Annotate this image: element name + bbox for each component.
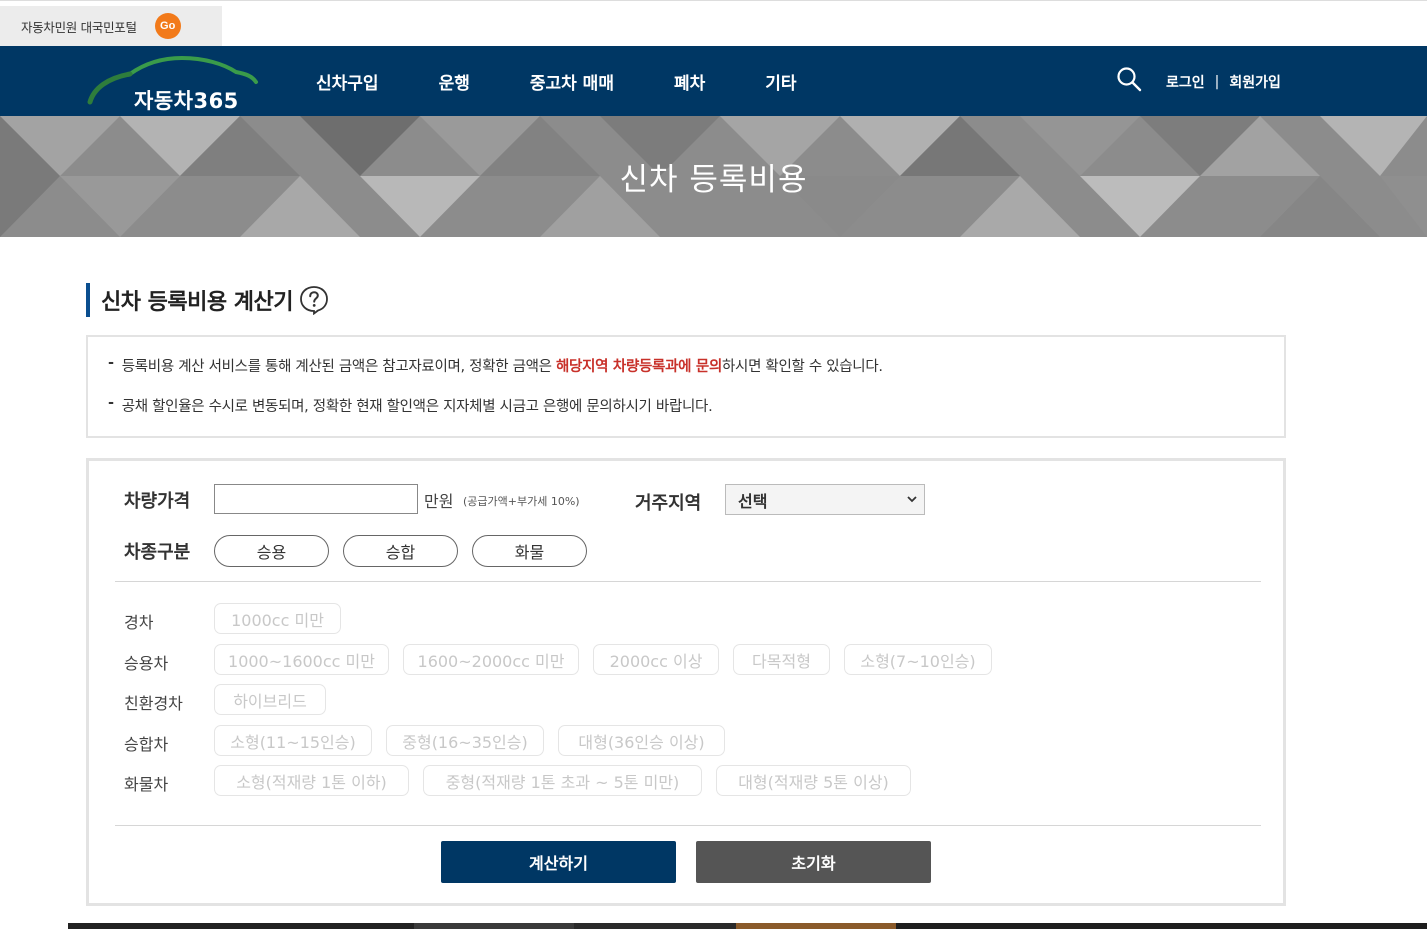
bottom-strip bbox=[0, 923, 1427, 929]
nav-item-etc[interactable]: 기타 bbox=[765, 69, 796, 94]
nav-menu: 신차구입 운행 중고차 매매 폐차 기타 bbox=[316, 46, 857, 116]
bullet-dash: - bbox=[108, 355, 114, 371]
category-option[interactable]: 소형(11~15인승) bbox=[214, 725, 372, 756]
category-option[interactable]: 대형(36인승 이상) bbox=[558, 725, 725, 756]
search-icon[interactable] bbox=[1116, 66, 1142, 92]
divider bbox=[115, 581, 1261, 582]
calculator-form: 차량가격 만원 (공급가액+부가세 10%) 거주지역 선택 차종구분 승용 승… bbox=[86, 458, 1286, 906]
logo-text: 자동차365 bbox=[134, 89, 239, 113]
main-nav: 자동차365 신차구입 운행 중고차 매매 폐차 기타 로그인 | 회원가입 bbox=[0, 46, 1427, 116]
calculate-button[interactable]: 계산하기 bbox=[441, 841, 676, 883]
price-note: (공급가액+부가세 10%) bbox=[463, 495, 580, 508]
type-option-passenger[interactable]: 승용 bbox=[214, 535, 329, 567]
type-option-van[interactable]: 승합 bbox=[343, 535, 458, 567]
nav-item-driving[interactable]: 운행 bbox=[439, 69, 470, 94]
notice-line-1: - 등록비용 계산 서비스를 통해 계산된 금액은 참고자료이며, 정확한 금액… bbox=[108, 355, 1284, 395]
page-banner: 신차 등록비용 bbox=[0, 116, 1427, 237]
price-input[interactable] bbox=[214, 484, 418, 514]
bullet-dash: - bbox=[108, 395, 114, 411]
category-label: 승용차 bbox=[124, 654, 169, 673]
notice-box: - 등록비용 계산 서비스를 통해 계산된 금액은 참고자료이며, 정확한 금액… bbox=[86, 335, 1286, 438]
section-title: 신차 등록비용 계산기 bbox=[86, 283, 329, 317]
notice-line-1-prefix: 등록비용 계산 서비스를 통해 계산된 금액은 참고자료이며, 정확한 금액은 bbox=[121, 359, 557, 375]
price-label: 차량가격 bbox=[124, 491, 191, 512]
category-option[interactable]: 1000~1600cc 미만 bbox=[214, 644, 389, 675]
category-label: 화물차 bbox=[124, 775, 169, 794]
category-option[interactable]: 1000cc 미만 bbox=[214, 603, 341, 634]
category-label: 경차 bbox=[124, 613, 154, 632]
type-label: 차종구분 bbox=[124, 542, 191, 563]
signup-link[interactable]: 회원가입 bbox=[1229, 72, 1281, 92]
nav-item-new-car[interactable]: 신차구입 bbox=[316, 69, 379, 94]
category-option[interactable]: 소형(7~10인승) bbox=[844, 644, 992, 675]
category-option[interactable]: 2000cc 이상 bbox=[593, 644, 719, 675]
help-icon[interactable] bbox=[299, 285, 329, 315]
notice-line-1-suffix: 하시면 확인할 수 있습니다. bbox=[722, 359, 883, 375]
region-label: 거주지역 bbox=[635, 493, 702, 514]
category-option[interactable]: 다목적형 bbox=[733, 644, 830, 675]
category-option[interactable]: 1600~2000cc 미만 bbox=[403, 644, 579, 675]
nav-item-used-car[interactable]: 중고차 매매 bbox=[530, 69, 614, 94]
section-title-text: 신차 등록비용 계산기 bbox=[101, 290, 293, 315]
chevron-down-icon bbox=[907, 496, 917, 503]
category-label: 승합차 bbox=[124, 735, 169, 754]
go-button[interactable]: Go bbox=[154, 13, 181, 39]
category-option[interactable]: 중형(16~35인승) bbox=[386, 725, 544, 756]
portal-text: 자동차민원 대국민포털 bbox=[21, 19, 137, 35]
notice-line-2: - 공채 할인율은 수시로 변동되며, 정확한 현재 할인액은 지자체별 시금고… bbox=[108, 395, 1284, 435]
notice-highlight: 해당지역 차량등록과에 문의 bbox=[556, 359, 722, 375]
category-option[interactable]: 대형(적재량 5톤 이상) bbox=[716, 765, 911, 796]
auth-links: 로그인 | 회원가입 bbox=[1166, 72, 1281, 92]
page-title: 신차 등록비용 bbox=[619, 162, 808, 198]
category-option[interactable]: 중형(적재량 1톤 초과 ~ 5톤 미만) bbox=[423, 765, 702, 796]
divider bbox=[115, 825, 1261, 826]
region-select[interactable]: 선택 bbox=[725, 484, 925, 515]
region-selected-value: 선택 bbox=[738, 491, 768, 511]
nav-item-scrap[interactable]: 폐차 bbox=[674, 69, 705, 94]
category-label: 친환경차 bbox=[124, 694, 183, 713]
logo[interactable]: 자동차365 bbox=[86, 52, 261, 113]
reset-button[interactable]: 초기화 bbox=[696, 841, 931, 883]
portal-bar: 자동차민원 대국민포털 Go bbox=[0, 0, 1427, 46]
login-link[interactable]: 로그인 bbox=[1166, 72, 1205, 92]
auth-separator: | bbox=[1214, 74, 1220, 90]
type-option-truck[interactable]: 화물 bbox=[472, 535, 587, 567]
notice-line-2-text: 공채 할인율은 수시로 변동되며, 정확한 현재 할인액은 지자체별 시금고 은… bbox=[121, 399, 713, 415]
price-unit: 만원 bbox=[424, 492, 454, 511]
portal-link[interactable]: 자동차민원 대국민포털 Go bbox=[0, 6, 222, 46]
category-option[interactable]: 소형(적재량 1톤 이하) bbox=[214, 765, 409, 796]
category-option[interactable]: 하이브리드 bbox=[214, 684, 326, 715]
